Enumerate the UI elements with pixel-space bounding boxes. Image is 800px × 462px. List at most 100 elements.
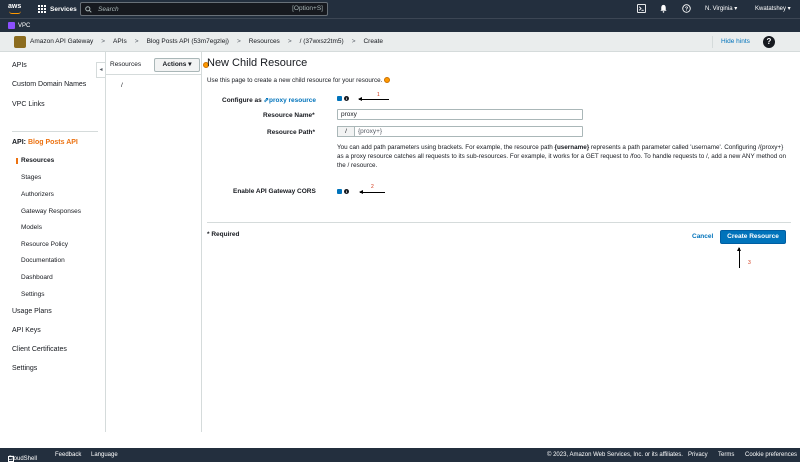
feedback-link[interactable]: Feedback <box>55 452 81 458</box>
resources-label: Resources <box>110 61 142 68</box>
breadcrumb-api[interactable]: Blog Posts API (53m7egzlej) <box>147 38 229 45</box>
sidebar: APIs Custom Domain Names VPC Links API: … <box>0 52 106 432</box>
privacy-link[interactable]: Privacy <box>688 452 708 458</box>
favorites-bar: VPC <box>0 18 800 32</box>
region-selector[interactable]: N. Virginia ▾ <box>705 5 737 12</box>
intro-text: Use this page to create a new child reso… <box>207 77 391 84</box>
services-menu[interactable]: Services <box>38 3 77 15</box>
collapse-sidebar-button[interactable]: ◂ <box>96 62 106 78</box>
cancel-button[interactable]: Cancel <box>692 233 713 240</box>
info-icon[interactable]: i <box>344 96 349 101</box>
main-content: New Child Resource Use this page to crea… <box>202 52 800 432</box>
info-icon[interactable]: i <box>344 189 349 194</box>
sidebar-item-resources[interactable]: Resources <box>15 157 54 164</box>
grid-icon <box>38 5 46 13</box>
resource-path-label: Resource Path* <box>267 129 316 136</box>
resource-name-label: Resource Name* <box>263 112 315 119</box>
api-name: Blog Posts API <box>27 139 78 146</box>
actions-dropdown[interactable]: Actions ▾ <box>154 58 200 72</box>
search-shortcut: [Option+S] <box>292 5 323 12</box>
search-icon <box>85 5 92 13</box>
top-nav-bar: aws Services Search [Option+S] ? N. Virg… <box>0 0 800 18</box>
sidebar-item-dashboard[interactable]: Dashboard <box>21 274 53 281</box>
breadcrumb-separator: > <box>351 38 356 45</box>
resources-header: Resources Actions ▾ <box>106 58 209 72</box>
sidebar-item-models[interactable]: Models <box>21 224 42 231</box>
services-label: Services <box>50 5 77 13</box>
annotation-arrow <box>359 190 385 194</box>
breadcrumb-service[interactable]: Amazon API Gateway <box>30 38 93 45</box>
aws-logo-text: aws <box>8 3 22 10</box>
aws-logo[interactable]: aws <box>8 3 24 15</box>
breadcrumb-apis[interactable]: APIs <box>113 38 127 45</box>
sidebar-item-client-certificates[interactable]: Client Certificates <box>12 346 67 353</box>
help-text-param: {username} <box>554 144 590 151</box>
sidebar-item-settings[interactable]: Settings <box>12 365 37 372</box>
breadcrumb-bar: Amazon API Gateway > APIs > Blog Posts A… <box>0 32 800 52</box>
page-title: New Child Resource <box>207 57 308 69</box>
cors-checkbox[interactable] <box>337 189 342 194</box>
sidebar-item-documentation[interactable]: Documentation <box>21 257 65 264</box>
terms-link[interactable]: Terms <box>718 452 734 458</box>
sidebar-divider <box>12 131 98 132</box>
api-prefix: API: <box>12 139 26 146</box>
cloudshell-icon[interactable] <box>636 4 646 14</box>
sidebar-item-stages[interactable]: Stages <box>21 174 41 181</box>
help-text-start: You can add path parameters using bracke… <box>337 144 555 151</box>
language-link[interactable]: Language <box>91 452 118 458</box>
breadcrumb-separator: > <box>101 38 106 45</box>
breadcrumb-resources[interactable]: Resources <box>249 38 280 45</box>
breadcrumb-root[interactable]: / (37wxsz2tm5) <box>300 38 344 45</box>
breadcrumb-separator: > <box>236 38 241 45</box>
cors-label: Enable API Gateway CORS <box>233 188 316 195</box>
sidebar-item-apis[interactable]: APIs <box>12 62 27 69</box>
bell-icon[interactable] <box>658 4 668 14</box>
sidebar-item-gateway-responses[interactable]: Gateway Responses <box>21 208 81 215</box>
sidebar-api-title[interactable]: API: Blog Posts API <box>12 139 78 146</box>
resource-name-input[interactable]: proxy <box>337 109 583 120</box>
help-circle-icon[interactable]: ? <box>681 4 691 14</box>
resources-panel: Resources Actions ▾ / <box>106 52 209 432</box>
vpc-icon <box>8 22 15 29</box>
help-icon[interactable]: ? <box>763 36 775 48</box>
breadcrumb-current: Create <box>363 38 383 45</box>
hide-hints-link[interactable]: Hide hints <box>712 36 758 48</box>
annotation-number: 3 <box>748 260 751 266</box>
sidebar-item-api-keys[interactable]: API Keys <box>12 327 41 334</box>
copyright-text: © 2023, Amazon Web Services, Inc. or its… <box>547 452 683 458</box>
resource-path-input[interactable]: {proxy+} <box>354 126 583 137</box>
cloudshell-label: CloudShell <box>8 456 38 462</box>
resource-tree-root[interactable]: / <box>121 82 123 89</box>
configure-prefix: Configure as <box>222 97 262 104</box>
create-resource-button[interactable]: Create Resource <box>720 230 786 244</box>
resource-path-prefix: / <box>337 126 355 137</box>
breadcrumb: Amazon API Gateway > APIs > Blog Posts A… <box>30 38 383 45</box>
configure-proxy-label: Configure as ⇗proxy resource <box>222 96 316 104</box>
intro-sentence: Use this page to create a new child reso… <box>207 77 383 84</box>
sidebar-item-api-settings[interactable]: Settings <box>21 291 45 298</box>
annotation-number: 1 <box>377 92 380 98</box>
sidebar-item-resource-policy[interactable]: Resource Policy <box>21 241 68 248</box>
search-placeholder: Search <box>98 5 119 13</box>
configure-proxy-checkbox[interactable] <box>337 96 342 101</box>
sidebar-item-vpc-links[interactable]: VPC Links <box>12 101 45 108</box>
account-menu[interactable]: Kwatatshey ▾ <box>755 5 791 12</box>
sidebar-item-authorizers[interactable]: Authorizers <box>21 191 54 198</box>
svg-text:?: ? <box>684 7 687 13</box>
resources-divider <box>106 74 202 75</box>
hint-icon[interactable] <box>384 77 391 84</box>
search-input[interactable]: Search [Option+S] <box>80 2 328 16</box>
api-gateway-icon <box>14 36 26 48</box>
annotation-arrow <box>737 247 741 268</box>
footer: CloudShell Feedback Language © 2023, Ama… <box>0 448 800 462</box>
sidebar-item-custom-domain-names[interactable]: Custom Domain Names <box>12 81 86 88</box>
cookie-preferences-link[interactable]: Cookie preferences <box>745 452 797 458</box>
breadcrumb-separator: > <box>134 38 139 45</box>
vpc-shortcut[interactable]: VPC <box>18 23 30 29</box>
resource-path-help: You can add path parameters using bracke… <box>337 143 787 170</box>
sidebar-item-usage-plans[interactable]: Usage Plans <box>12 308 52 315</box>
annotation-arrow <box>358 97 389 101</box>
annotation-number: 2 <box>371 184 374 190</box>
breadcrumb-separator: > <box>287 38 292 45</box>
proxy-resource-link[interactable]: proxy resource <box>269 97 316 104</box>
